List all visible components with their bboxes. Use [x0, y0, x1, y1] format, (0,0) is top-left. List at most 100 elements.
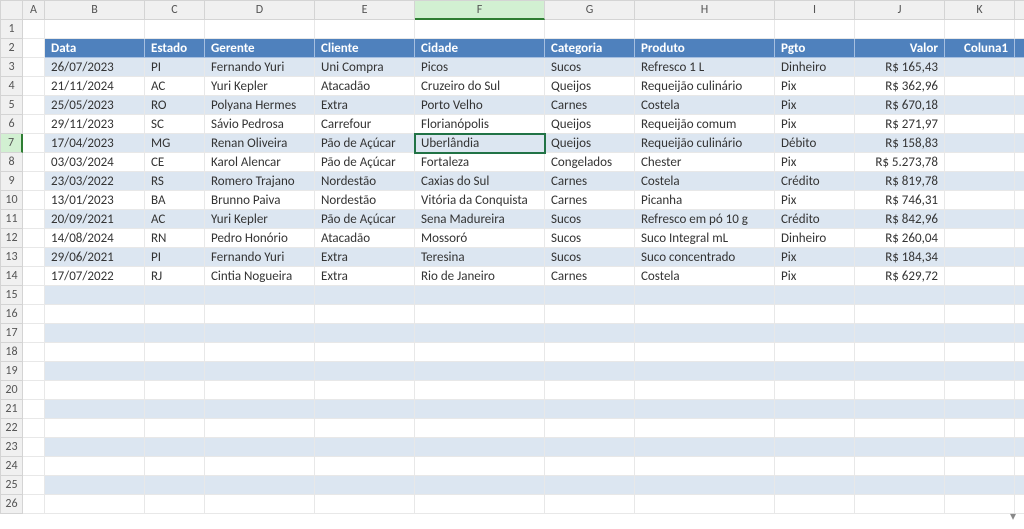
cell-F7[interactable]: Uberlândia — [415, 134, 545, 153]
cell-H4[interactable]: Requeijão culinário — [635, 77, 775, 96]
cell-G1[interactable] — [545, 20, 635, 39]
cell-L17[interactable] — [1015, 324, 1024, 343]
cell-D9[interactable]: Romero Trajano — [205, 172, 315, 191]
cell-B7[interactable]: 17/04/2023 — [45, 134, 145, 153]
cell-J23[interactable] — [855, 438, 945, 457]
cell-C9[interactable]: RS — [145, 172, 205, 191]
cell-K12[interactable] — [945, 229, 1015, 248]
cell-J4[interactable]: R$ 362,96 — [855, 77, 945, 96]
cell-E9[interactable]: Nordestão — [315, 172, 415, 191]
cell-I14[interactable]: Pix — [775, 267, 855, 286]
cell-C25[interactable] — [145, 476, 205, 495]
cell-A4[interactable] — [23, 77, 45, 96]
cell-I20[interactable] — [775, 381, 855, 400]
row-header-11[interactable]: 11 — [1, 210, 23, 229]
cell-G13[interactable]: Sucos — [545, 248, 635, 267]
cell-B18[interactable] — [45, 343, 145, 362]
col-header-C[interactable]: C — [145, 1, 205, 20]
cell-K9[interactable] — [945, 172, 1015, 191]
cell-L13[interactable] — [1015, 248, 1024, 267]
cell-E15[interactable] — [315, 286, 415, 305]
cell-J25[interactable] — [855, 476, 945, 495]
col-header-L[interactable]: L — [1015, 1, 1024, 20]
cell-D16[interactable] — [205, 305, 315, 324]
cell-L9[interactable] — [1015, 172, 1024, 191]
cell-J15[interactable] — [855, 286, 945, 305]
cell-I5[interactable]: Pix — [775, 96, 855, 115]
cell-A7[interactable] — [23, 134, 45, 153]
cell-K22[interactable] — [945, 419, 1015, 438]
cell-I11[interactable]: Crédito — [775, 210, 855, 229]
cell-D13[interactable]: Fernando Yuri — [205, 248, 315, 267]
cell-C12[interactable]: RN — [145, 229, 205, 248]
cell-L3[interactable] — [1015, 58, 1024, 77]
cell-B19[interactable] — [45, 362, 145, 381]
cell-G25[interactable] — [545, 476, 635, 495]
cell-A6[interactable] — [23, 115, 45, 134]
cell-D5[interactable]: Polyana Hermes — [205, 96, 315, 115]
cell-F15[interactable] — [415, 286, 545, 305]
cell-A2[interactable] — [23, 39, 45, 58]
cell-G7[interactable]: Queijos — [545, 134, 635, 153]
cell-B15[interactable] — [45, 286, 145, 305]
row-header-13[interactable]: 13 — [1, 248, 23, 267]
cell-G10[interactable]: Carnes — [545, 191, 635, 210]
cell-J12[interactable]: R$ 260,04 — [855, 229, 945, 248]
cell-K23[interactable] — [945, 438, 1015, 457]
cell-K3[interactable] — [945, 58, 1015, 77]
cell-E1[interactable] — [315, 20, 415, 39]
cell-L12[interactable] — [1015, 229, 1024, 248]
cell-A23[interactable] — [23, 438, 45, 457]
cell-K14[interactable] — [945, 267, 1015, 286]
col-header-K[interactable]: K — [945, 1, 1015, 20]
cell-I16[interactable] — [775, 305, 855, 324]
cell-A8[interactable] — [23, 153, 45, 172]
cell-D26[interactable] — [205, 495, 315, 514]
cell-B14[interactable]: 17/07/2022 — [45, 267, 145, 286]
cell-A22[interactable] — [23, 419, 45, 438]
cell-D22[interactable] — [205, 419, 315, 438]
cell-H13[interactable]: Suco concentrado — [635, 248, 775, 267]
cell-C20[interactable] — [145, 381, 205, 400]
cell-A13[interactable] — [23, 248, 45, 267]
cell-I12[interactable]: Dinheiro — [775, 229, 855, 248]
cell-D6[interactable]: Sávio Pedrosa — [205, 115, 315, 134]
cell-C3[interactable]: PI — [145, 58, 205, 77]
cell-G23[interactable] — [545, 438, 635, 457]
cell-D18[interactable] — [205, 343, 315, 362]
cell-B25[interactable] — [45, 476, 145, 495]
cell-I13[interactable]: Pix — [775, 248, 855, 267]
cell-F26[interactable] — [415, 495, 545, 514]
cell-A3[interactable] — [23, 58, 45, 77]
cell-D17[interactable] — [205, 324, 315, 343]
cell-H19[interactable] — [635, 362, 775, 381]
cell-A25[interactable] — [23, 476, 45, 495]
cell-B13[interactable]: 29/06/2021 — [45, 248, 145, 267]
cell-J13[interactable]: R$ 184,34 — [855, 248, 945, 267]
cell-K16[interactable] — [945, 305, 1015, 324]
cell-A16[interactable] — [23, 305, 45, 324]
cell-G15[interactable] — [545, 286, 635, 305]
cell-A20[interactable] — [23, 381, 45, 400]
cell-J10[interactable]: R$ 746,31 — [855, 191, 945, 210]
cell-B8[interactable]: 03/03/2024 — [45, 153, 145, 172]
col-header-B[interactable]: B — [45, 1, 145, 20]
cell-L23[interactable] — [1015, 438, 1024, 457]
cell-H11[interactable]: Refresco em pó 10 g — [635, 210, 775, 229]
cell-H9[interactable]: Costela — [635, 172, 775, 191]
cell-B10[interactable]: 13/01/2023 — [45, 191, 145, 210]
col-header-D[interactable]: D — [205, 1, 315, 20]
cell-E22[interactable] — [315, 419, 415, 438]
cell-I6[interactable]: Pix — [775, 115, 855, 134]
cell-K26[interactable] — [945, 495, 1015, 514]
cell-J26[interactable] — [855, 495, 945, 514]
cell-G5[interactable]: Carnes — [545, 96, 635, 115]
cell-J3[interactable]: R$ 165,43 — [855, 58, 945, 77]
cell-F24[interactable] — [415, 457, 545, 476]
cell-D21[interactable] — [205, 400, 315, 419]
cell-F3[interactable]: Picos — [415, 58, 545, 77]
row-header-17[interactable]: 17 — [1, 324, 23, 343]
cell-B21[interactable] — [45, 400, 145, 419]
cell-H21[interactable] — [635, 400, 775, 419]
cell-B23[interactable] — [45, 438, 145, 457]
